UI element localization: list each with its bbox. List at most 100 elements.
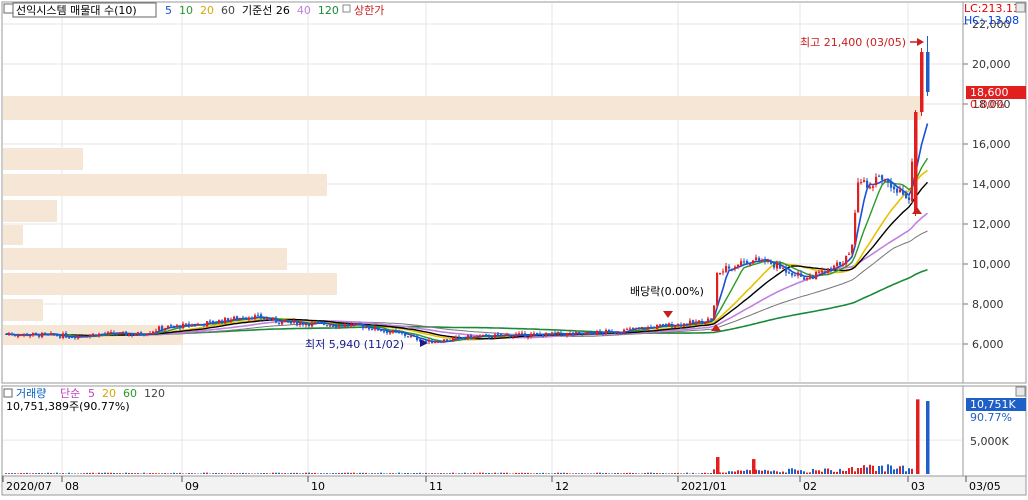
y-tick-label: 20,000 [972, 58, 1011, 71]
candle-body [77, 336, 79, 339]
candle-body [743, 261, 745, 262]
volume-bar [899, 466, 901, 474]
candle-body [191, 325, 193, 327]
candle-body [752, 260, 754, 263]
volume-bar [653, 473, 655, 474]
candle-body [20, 335, 22, 336]
volume-bar [641, 473, 643, 474]
candle-body [341, 325, 343, 326]
x-tick-label: 09 [185, 480, 199, 493]
candle-body [542, 335, 544, 337]
candle-body [890, 181, 892, 188]
volume-bar [338, 473, 340, 474]
candle-body [803, 277, 805, 279]
volume-bar [203, 473, 205, 474]
candle-body [104, 333, 106, 334]
volume-bar [545, 473, 547, 474]
volume-bar [911, 469, 913, 474]
volume-bar [383, 473, 385, 474]
volume-bar [830, 470, 832, 474]
volume-bar [677, 473, 679, 474]
candle-body [479, 336, 481, 337]
candle-body [878, 176, 880, 177]
candle-body [86, 337, 88, 338]
candle-body [695, 322, 697, 324]
candle-body [101, 334, 103, 335]
candle-body [278, 323, 280, 324]
volume-bar [773, 471, 775, 474]
candle-body [839, 262, 841, 265]
volume-bar [644, 473, 646, 474]
candle-body [467, 335, 469, 339]
candle-body [899, 190, 901, 193]
volume-bar [293, 473, 295, 474]
candle-body [317, 322, 319, 323]
volume-bar [221, 473, 223, 474]
candle-body [314, 322, 316, 323]
candle-body [440, 342, 442, 343]
volume-bar [530, 473, 532, 474]
candle-body [113, 333, 115, 335]
volume-close-box[interactable] [4, 389, 12, 397]
volume-bar [764, 470, 766, 474]
volume-bar [875, 471, 877, 474]
candle-body [794, 275, 796, 276]
candle-body [128, 334, 130, 336]
y-tick-label: 16,000 [972, 138, 1011, 151]
volume-bar [590, 473, 592, 474]
candle-body [404, 333, 406, 336]
volume-bar [659, 473, 661, 474]
volume-bar [125, 473, 127, 474]
volume-bar [503, 473, 505, 474]
candle-body [389, 332, 391, 333]
volume-spike-bar [716, 457, 720, 474]
candle-body [593, 334, 595, 335]
volume-bar [458, 473, 460, 474]
volume-bar [134, 473, 136, 474]
price-panel-corner-button[interactable] [1016, 3, 1025, 12]
candle-body [461, 337, 463, 338]
candle-body [845, 256, 847, 264]
volume-bar [248, 473, 250, 474]
volume-bar [497, 473, 499, 474]
candle-body [848, 254, 850, 255]
volume-bar [650, 473, 652, 474]
volume-bar [647, 473, 649, 474]
candle-body [548, 333, 550, 334]
volume-bar [425, 473, 427, 474]
candle-body [185, 324, 187, 325]
candle-body [449, 340, 451, 341]
volume-panel-corner-button[interactable] [1016, 387, 1025, 396]
volume-bar [119, 473, 121, 474]
volume-bar [449, 473, 451, 474]
candle-body [767, 261, 769, 262]
candle-body [359, 323, 361, 325]
candle-body [770, 261, 772, 264]
volume-bar [878, 466, 880, 474]
candle-body [533, 333, 535, 334]
volume-bar [239, 473, 241, 474]
volume-bar [668, 473, 670, 474]
volume-bar [419, 473, 421, 474]
chart-close-box[interactable] [4, 4, 13, 13]
volume-bar [35, 473, 37, 474]
volume-bar [749, 470, 751, 474]
volume-bar [563, 473, 565, 474]
volume-bar [593, 473, 595, 474]
volume-bar [263, 473, 265, 474]
candle-body [926, 52, 930, 92]
volume-bar [128, 473, 130, 474]
volume-ma-legend-item: 60 [123, 387, 137, 400]
candle-body [566, 333, 568, 336]
volume-bar [860, 468, 862, 474]
volume-bar [206, 473, 208, 474]
candle-body [578, 332, 580, 333]
candle-body [320, 321, 322, 322]
volume-bar [200, 473, 202, 474]
candle-body [863, 180, 865, 182]
candle-body [248, 317, 250, 319]
upper-limit-box [343, 5, 350, 12]
volume-bar [803, 471, 805, 474]
candle-body [872, 186, 874, 188]
volume-bar [476, 473, 478, 474]
